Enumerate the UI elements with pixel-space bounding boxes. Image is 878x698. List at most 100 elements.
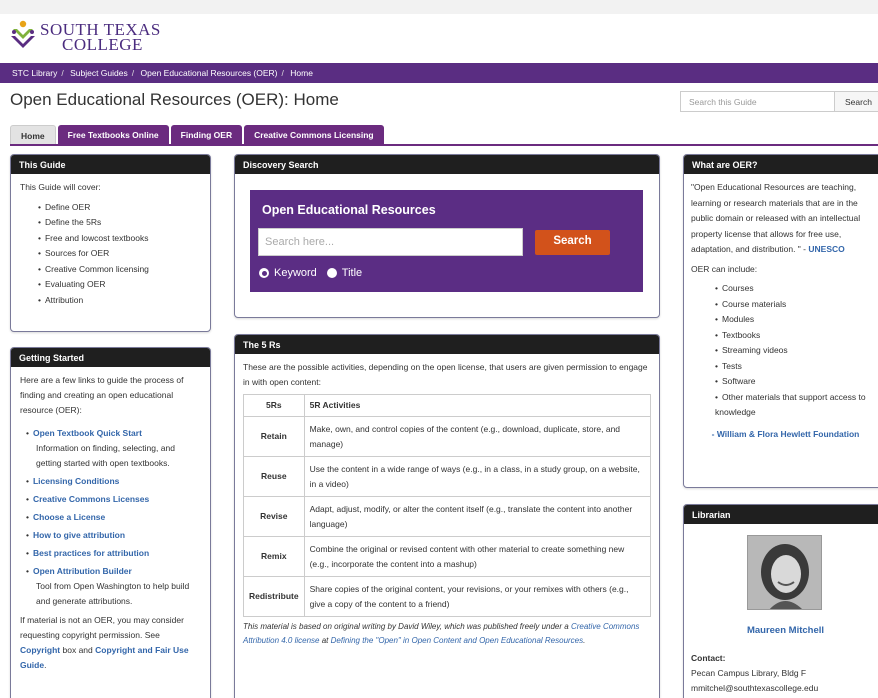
outro-text: . [44,660,47,670]
guide-tabs: Home Free Textbooks Online Finding OER C… [10,125,386,145]
this-guide-list: Define OER Define the 5Rs Free and lowco… [20,200,201,309]
r-name: Redistribute [243,576,305,617]
list-item: Define the 5Rs [38,215,201,231]
discovery-search-button[interactable]: Search [535,230,610,255]
five-rs-intro: These are the possible activities, depen… [243,362,648,387]
link-description: Information on finding, selecting, and g… [36,443,175,468]
discovery-search-input[interactable]: Search here... [258,228,523,256]
column-header: 5Rs [243,394,305,417]
tab-divider [10,144,878,146]
list-item: Course materials [715,297,878,313]
discovery-search-panel: Open Educational Resources Search here..… [250,190,643,292]
keyword-radio[interactable] [259,268,269,278]
five-rs-attribution-note: This material is based on original writi… [243,620,651,648]
this-guide-box: This Guide This Guide will cover: Define… [10,154,211,332]
r-activity: Use the content in a wide range of ways … [303,456,652,497]
column-header: 5R Activities [303,394,652,417]
five-rs-box: The 5 Rs These are the possible activiti… [234,334,660,698]
list-item: Evaluating OER [38,277,201,293]
what-are-oer-heading: What are OER? [684,155,878,174]
list-item: Tests [715,359,878,375]
oer-include-list: Courses Course materials Modules Textboo… [691,281,878,421]
tab-finding-oer[interactable]: Finding OER [170,125,243,145]
this-guide-heading: This Guide [11,155,210,174]
tab-free-textbooks[interactable]: Free Textbooks Online [57,125,169,145]
list-item: Software [715,374,878,390]
this-guide-intro: This Guide will cover: [20,182,101,192]
link-open-attribution-builder[interactable]: Open Attribution Builder [33,566,132,576]
list-item: Free and lowcost textbooks [38,231,201,247]
table-row: Remix Combine the original or revised con… [243,536,652,577]
table-row: Retain Make, own, and control copies of t… [243,416,652,457]
note-text: This material is based on original writi… [243,622,571,631]
list-item: Define OER [38,200,201,216]
list-item: Sources for OER [38,246,201,262]
librarian-portrait-icon [748,536,821,609]
r-name: Retain [243,416,305,457]
page-title: Open Educational Resources (OER): Home [10,90,339,109]
table-row: Redistribute Share copies of the original… [243,576,652,617]
r-name: Revise [243,496,305,537]
guide-search-button[interactable]: Search [834,91,878,112]
breadcrumb: STC Library / Subject Guides / Open Educat… [0,63,878,83]
getting-started-heading: Getting Started [11,348,210,367]
breadcrumb-oer[interactable]: Open Educational Resources (OER) [141,68,278,78]
getting-started-box: Getting Started Here are a few links to … [10,347,211,698]
link-best-practices-attribution[interactable]: Best practices for attribution [33,548,149,558]
oer-definition: "Open Educational Resources are teaching… [691,180,878,258]
logo-text: South Texas College [40,21,161,54]
r-name: Remix [243,536,305,577]
guide-search-input[interactable]: Search this Guide [680,91,834,112]
getting-started-outro: If material is not an OER, you may consi… [20,613,201,673]
link-copyright[interactable]: Copyright [20,645,60,655]
tab-creative-commons[interactable]: Creative Commons Licensing [244,125,384,145]
contact-location: Pecan Campus Library, Bldg F [691,668,807,678]
librarian-photo [747,535,822,610]
discovery-title: Open Educational Resources [262,203,436,217]
table-row: Revise Adapt, adjust, modify, or alter th… [243,496,652,537]
link-open-textbook-quick-start[interactable]: Open Textbook Quick Start [33,428,142,438]
breadcrumb-separator: / [131,68,135,78]
r-activity: Share copies of the original content, yo… [303,576,652,617]
contact-email[interactable]: mmitchel@southtexascollege.edu [691,681,818,696]
discovery-search-heading: Discovery Search [235,155,659,174]
tab-home[interactable]: Home [10,125,56,145]
link-creative-commons-licenses[interactable]: Creative Commons Licenses [33,494,149,504]
outro-text: box and [60,645,96,655]
getting-started-intro: Here are a few links to guide the proces… [20,375,184,415]
top-strip [0,0,878,14]
r-name: Reuse [243,456,305,497]
contact-label: Contact: [691,653,726,663]
r-activity: Make, own, and control copies of the con… [303,416,652,457]
librarian-heading: Librarian [684,505,878,524]
title-radio-label: Title [341,267,363,279]
list-item: Creative Common licensing [38,262,201,278]
five-rs-table: 5Rs 5R Activities Retain Make, own, and c… [243,394,652,617]
college-logo[interactable]: South Texas College [10,14,161,60]
logo-line-2: College [62,35,143,54]
link-unesco[interactable]: UNESCO [808,244,844,254]
breadcrumb-subject-guides[interactable]: Subject Guides [70,68,128,78]
list-item: Attribution [38,293,201,309]
link-defining-open[interactable]: Defining the "Open" in Open Content and … [331,636,584,645]
search-type-radios: Keyword Title [259,267,362,279]
five-rs-heading: The 5 Rs [235,335,659,354]
title-radio[interactable] [326,268,337,278]
list-item: Modules [715,312,878,328]
link-licensing-conditions[interactable]: Licensing Conditions [33,476,119,486]
table-row: Reuse Use the content in a wide range of … [243,456,652,497]
librarian-name[interactable]: Maureen Mitchell [683,625,878,636]
link-choose-a-license[interactable]: Choose a License [33,512,105,522]
keyword-radio-label: Keyword [274,267,317,279]
r-activity: Combine the original or revised content … [303,536,652,577]
breadcrumb-separator: / [61,68,64,78]
breadcrumb-current: Home [290,68,313,78]
getting-started-links: Open Textbook Quick Start Information on … [20,426,201,609]
link-hewlett-foundation[interactable]: - William & Flora Hewlett Foundation [691,427,878,443]
breadcrumb-stc-library[interactable]: STC Library [12,68,57,78]
list-item: Other materials that support access to k… [715,390,878,421]
what-are-oer-box: What are OER? "Open Educational Resource… [683,154,878,488]
note-text: . [583,636,586,645]
link-how-to-give-attribution[interactable]: How to give attribution [33,530,125,540]
link-description: Tool from Open Washington to help build … [36,581,190,606]
